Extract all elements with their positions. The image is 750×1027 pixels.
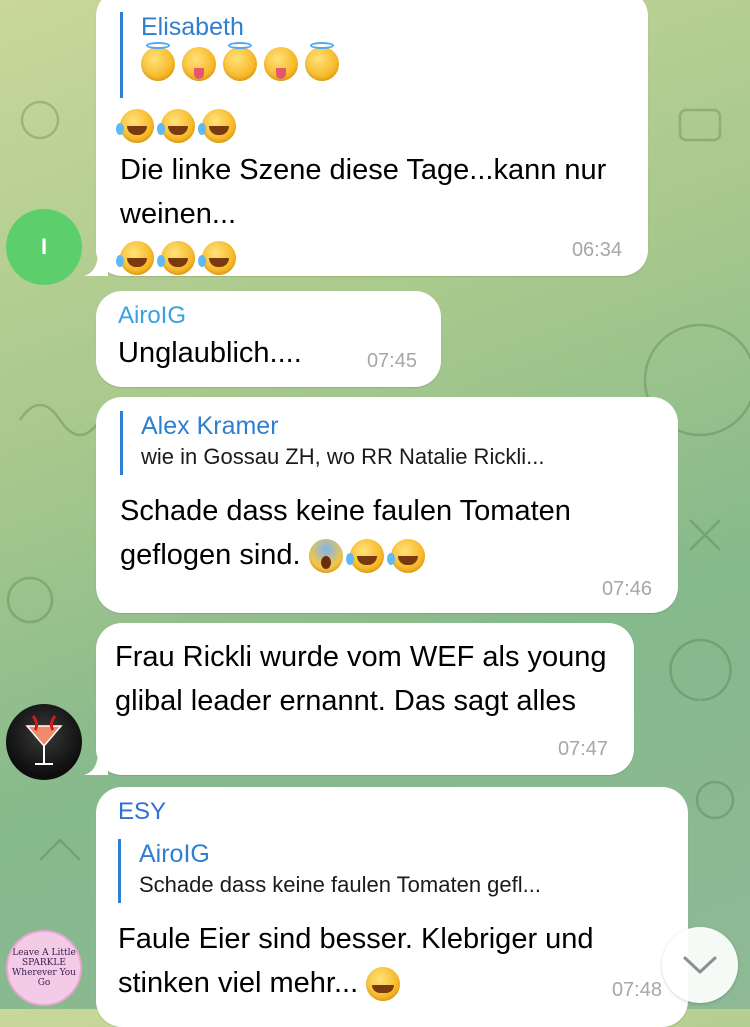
halo-emoji-icon: [305, 42, 339, 81]
avatar-cocktail[interactable]: [6, 704, 82, 780]
tears-of-joy-emoji-icon: [116, 241, 154, 275]
tears-of-joy-emoji-icon: [345, 539, 384, 574]
sender-name[interactable]: ESY: [118, 797, 664, 827]
message-time: 07:45: [366, 350, 417, 372]
message-time: 07:48: [611, 979, 662, 1001]
tears-of-joy-emoji-icon: [157, 241, 195, 275]
message-bubble-2[interactable]: AiroIG Unglaublich.... 07:45: [96, 291, 441, 387]
avatar-i[interactable]: I: [6, 209, 82, 285]
tears-of-joy-emoji-icon: [116, 109, 154, 143]
zany-face-emoji-icon: [182, 47, 216, 81]
cocktail-glass-icon: [25, 715, 63, 765]
reply-quote[interactable]: AiroIG Schade dass keine faulen Tomaten …: [118, 839, 664, 903]
tears-of-joy-emoji-icon: [386, 539, 425, 574]
reply-quote[interactable]: Elisabeth: [120, 12, 624, 98]
message-text: Schade dass keine faulen Tomaten gefloge…: [120, 489, 640, 577]
grinning-squint-emoji-icon: [366, 967, 401, 1002]
reply-snippet: Schade dass keine faulen Tomaten gefl...: [139, 872, 541, 897]
halo-emoji-icon: [141, 42, 175, 81]
reply-snippet: wie in Gossau ZH, wo RR Natalie Rickli..…: [141, 444, 545, 469]
emoji-row-bottom: [116, 236, 624, 280]
chevron-down-icon: [683, 956, 717, 974]
avatar-sparkle[interactable]: Leave A Little SPARKLE Wherever You Go: [6, 930, 82, 1006]
message-text: Faule Eier sind besser. Klebriger und st…: [118, 917, 638, 1005]
scroll-to-bottom-button[interactable]: [662, 927, 738, 1003]
emoji-row-top: [116, 104, 624, 148]
screaming-face-emoji-icon: [308, 539, 343, 574]
message-bubble-3[interactable]: Alex Kramer wie in Gossau ZH, wo RR Nata…: [96, 397, 678, 613]
halo-emoji-icon: [223, 42, 257, 81]
tears-of-joy-emoji-icon: [198, 109, 236, 143]
reply-author: Elisabeth: [141, 13, 244, 41]
message-time: 07:47: [557, 738, 608, 760]
message-bubble-5[interactable]: ESY AiroIG Schade dass keine faulen Toma…: [96, 787, 688, 1027]
sender-name[interactable]: AiroIG: [118, 301, 417, 331]
message-bubble-4[interactable]: Frau Rickli wurde vom WEF als young glib…: [96, 623, 634, 775]
message-time: 06:34: [571, 239, 622, 261]
message-text-body: Faule Eier sind besser. Klebriger und st…: [118, 923, 594, 999]
reply-author: AiroIG: [139, 840, 210, 868]
message-text: Frau Rickli wurde vom WEF als young glib…: [115, 641, 607, 717]
message-text: Die linke Szene diese Tage...kann nur we…: [120, 154, 607, 230]
message-time: 07:46: [601, 578, 652, 600]
message-bubble-1[interactable]: Elisabeth Die linke Szene diese Tage...k…: [96, 0, 648, 276]
avatar-letter: I: [40, 234, 48, 259]
zany-face-emoji-icon: [264, 47, 298, 81]
avatar-caption: Leave A Little SPARKLE Wherever You Go: [12, 948, 76, 988]
reply-emoji-row: [141, 42, 624, 86]
tears-of-joy-emoji-icon: [157, 109, 195, 143]
tears-of-joy-emoji-icon: [198, 241, 236, 275]
reply-author: Alex Kramer: [141, 412, 279, 440]
reply-quote[interactable]: Alex Kramer wie in Gossau ZH, wo RR Nata…: [120, 411, 654, 475]
